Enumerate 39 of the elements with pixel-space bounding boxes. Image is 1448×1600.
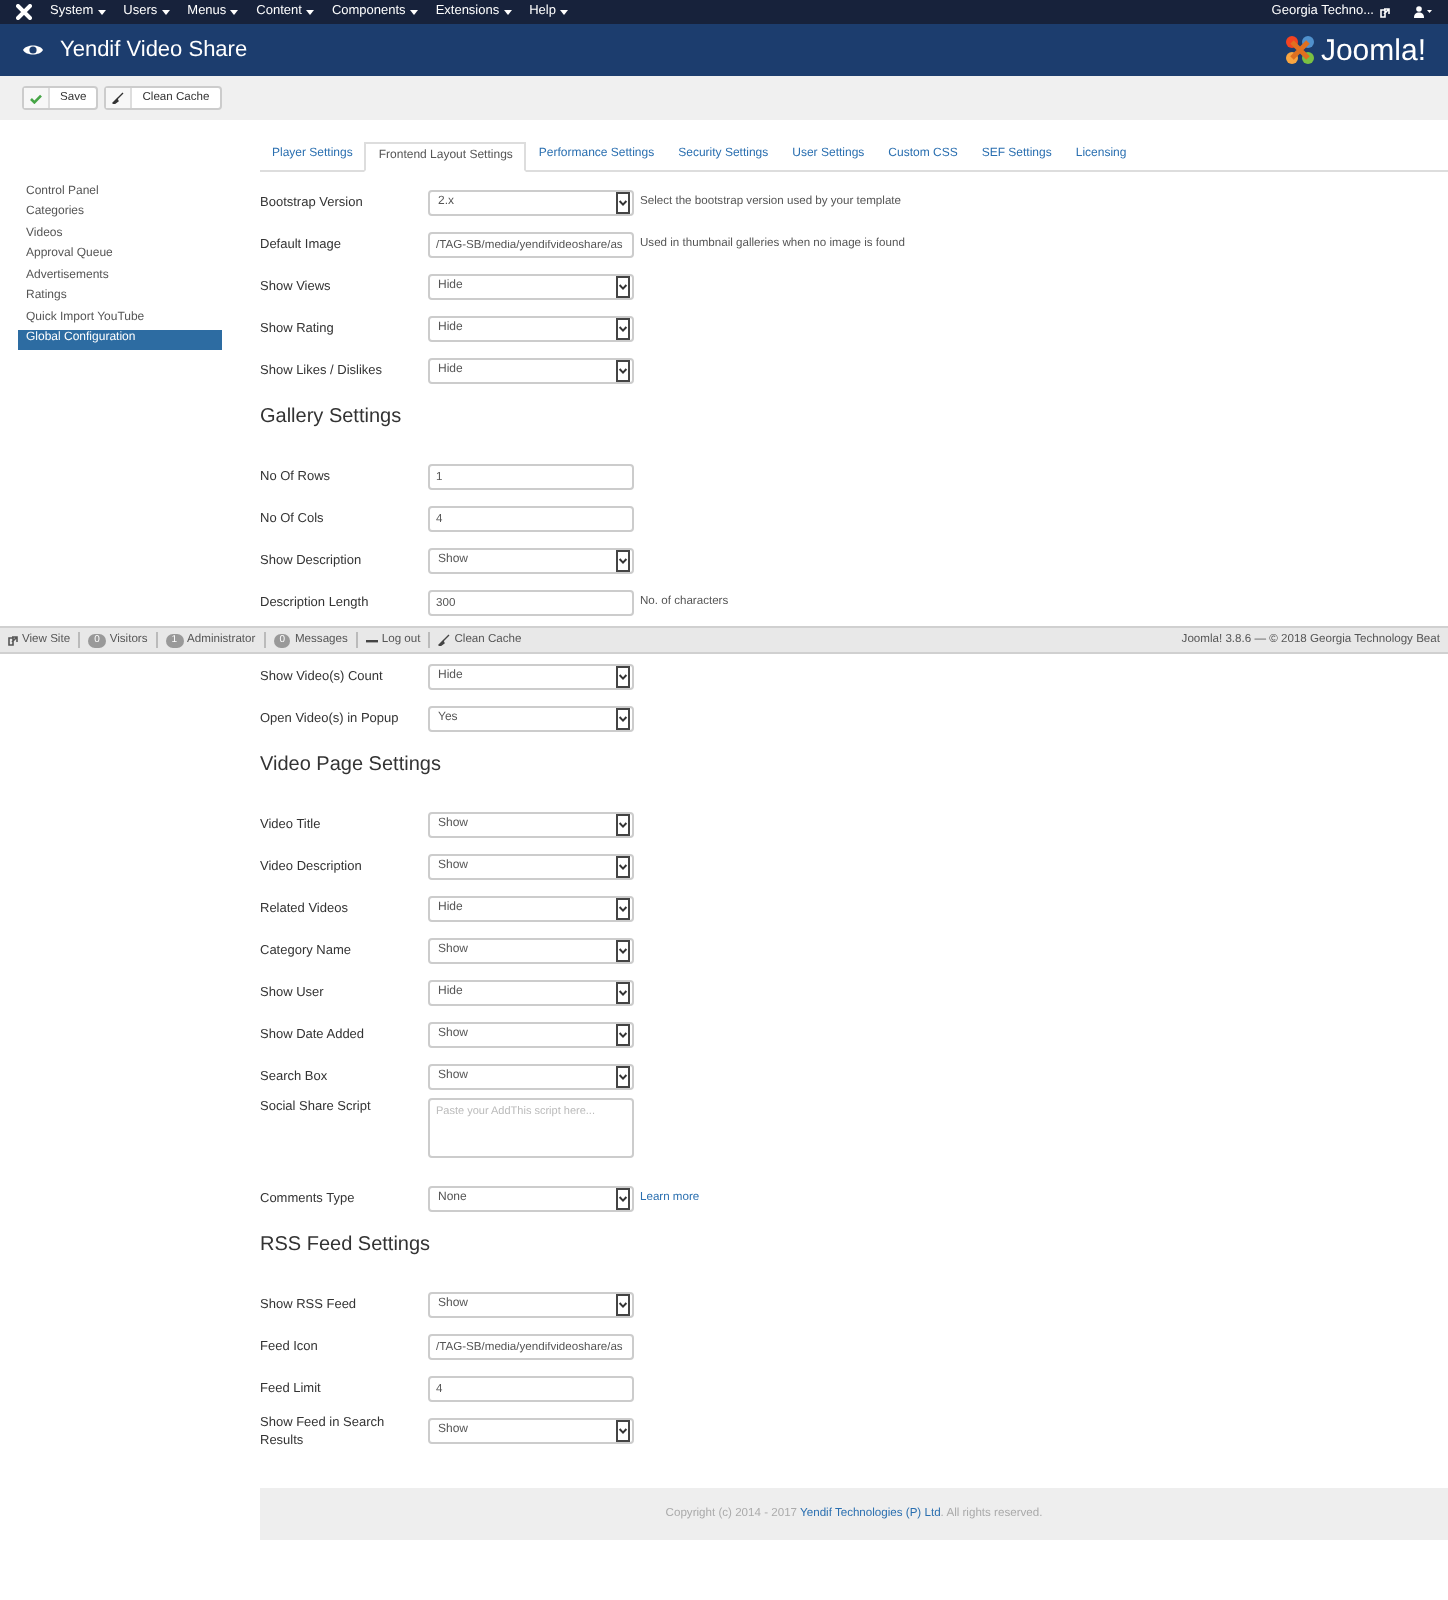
external-link-icon <box>1380 7 1390 17</box>
joomla-icon[interactable] <box>16 4 32 20</box>
caret-icon <box>616 666 630 688</box>
eye-icon <box>22 42 44 58</box>
caret-icon <box>97 9 106 15</box>
page-title: Yendif Video Share <box>60 35 248 66</box>
joomla-logo-icon <box>1284 34 1317 66</box>
caret-icon <box>616 708 630 730</box>
section-heading: RSS Feed Settings <box>260 1232 431 1260</box>
caret-icon <box>616 1066 630 1088</box>
joomla-logo-text: Joomla! <box>1320 35 1426 65</box>
caret-icon <box>616 360 630 382</box>
check-icon <box>30 93 42 103</box>
broom-icon <box>112 92 125 104</box>
minus-icon <box>365 637 378 643</box>
caret-icon <box>305 9 314 15</box>
caret-icon <box>616 318 630 340</box>
section-heading: Video Page Settings <box>260 752 441 780</box>
caret-icon <box>616 192 630 214</box>
caret-icon <box>409 9 418 15</box>
broom-icon <box>438 634 451 646</box>
caret-icon <box>616 276 630 298</box>
caret-icon <box>616 856 630 878</box>
caret-icon <box>616 982 630 1004</box>
caret-icon <box>503 9 512 15</box>
caret-icon <box>616 1294 630 1316</box>
caret-icon <box>559 9 568 15</box>
caret-icon <box>616 898 630 920</box>
user-icon[interactable] <box>1414 6 1432 18</box>
caret-icon <box>616 940 630 962</box>
section-heading: Gallery Settings <box>260 404 402 432</box>
caret-icon <box>616 1420 630 1442</box>
external-link-icon <box>8 635 18 645</box>
caret-icon <box>616 1188 630 1210</box>
caret-icon <box>616 814 630 836</box>
caret-icon <box>230 9 239 15</box>
caret-icon <box>616 1024 630 1046</box>
caret-icon <box>161 9 170 15</box>
caret-icon <box>616 550 630 572</box>
